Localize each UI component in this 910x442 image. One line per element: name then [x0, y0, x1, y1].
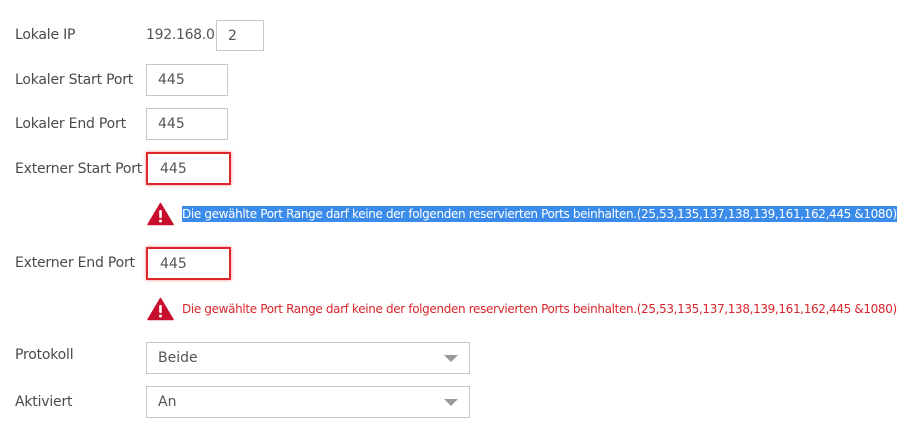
- external-start-port-input[interactable]: 445: [146, 152, 231, 185]
- external-start-port-error-text: Die gewählte Port Range darf keine der f…: [182, 206, 897, 222]
- local-end-port-label: Lokaler End Port: [15, 116, 126, 132]
- protocol-selected-value: Beide: [158, 350, 198, 366]
- chevron-down-icon: [444, 399, 458, 406]
- local-start-port-label: Lokaler Start Port: [15, 72, 134, 88]
- external-end-port-label: Externer End Port: [15, 255, 135, 271]
- local-ip-label: Lokale IP: [15, 27, 76, 43]
- activated-label: Aktiviert: [15, 394, 73, 410]
- warning-triangle-icon: [147, 297, 174, 321]
- local-ip-input[interactable]: 2: [216, 20, 264, 51]
- protocol-label: Protokoll: [15, 347, 74, 363]
- local-ip-prefix: 192.168.0.: [146, 27, 219, 43]
- external-end-port-error: Die gewählte Port Range darf keine der f…: [147, 297, 897, 321]
- warning-triangle-icon: [147, 202, 174, 226]
- chevron-down-icon: [444, 355, 458, 362]
- local-start-port-input[interactable]: 445: [146, 64, 228, 96]
- activated-selected-value: An: [158, 394, 177, 410]
- local-end-port-input[interactable]: 445: [146, 108, 228, 140]
- external-start-port-label: Externer Start Port: [15, 161, 143, 177]
- activated-select[interactable]: An: [146, 386, 470, 418]
- protocol-select[interactable]: Beide: [146, 342, 470, 374]
- external-end-port-input[interactable]: 445: [146, 247, 231, 280]
- external-start-port-error: Die gewählte Port Range darf keine der f…: [147, 202, 897, 226]
- external-end-port-error-text: Die gewählte Port Range darf keine der f…: [182, 302, 897, 316]
